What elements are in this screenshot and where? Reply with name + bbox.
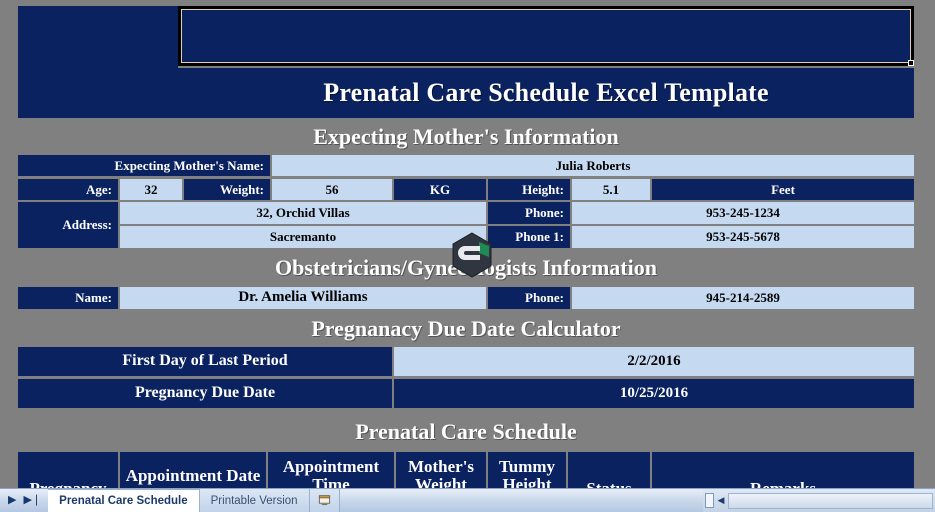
mother-phone1-value[interactable]: 953-245-5678 — [572, 226, 914, 248]
table-header-mothers-weight[interactable]: Mother's Weight — [396, 452, 486, 488]
table-header-remarks[interactable]: Remarks — [652, 452, 914, 488]
mother-phone-label[interactable]: Phone: — [488, 202, 570, 224]
mother-name-value[interactable]: Julia Roberts — [272, 155, 914, 176]
tab-split-handle[interactable] — [705, 493, 714, 508]
fill-handle[interactable] — [908, 60, 914, 66]
sheet-tab-bar[interactable]: ▶ ▶❘ Prenatal Care Schedule Printable Ve… — [0, 488, 935, 512]
ob-phone-value[interactable]: 945-214-2589 — [572, 287, 914, 309]
insert-worksheet-tab[interactable] — [309, 489, 340, 512]
mother-name-label[interactable]: Expecting Mother's Name: — [18, 155, 270, 176]
scroll-track[interactable] — [728, 492, 933, 509]
mother-height-value[interactable]: 5.1 — [572, 179, 650, 200]
active-cell-selection[interactable] — [178, 6, 914, 66]
mother-phone-value[interactable]: 953-245-1234 — [572, 202, 914, 224]
section-title-prenatal-schedule[interactable]: Prenatal Care Schedule — [18, 415, 914, 448]
sheet-tab-printable-version[interactable]: Printable Version — [199, 489, 310, 512]
sheet-tab-label: Printable Version — [210, 494, 298, 507]
mother-weight-label[interactable]: Weight: — [184, 179, 270, 200]
horizontal-scrollbar[interactable]: ◀ — [703, 489, 935, 512]
lmp-value[interactable]: 2/2/2016 — [394, 347, 914, 376]
table-header-status[interactable]: Status — [568, 452, 650, 488]
mother-age-label[interactable]: Age: — [18, 179, 118, 200]
mother-weight-unit[interactable]: KG — [394, 179, 486, 200]
insert-worksheet-icon — [318, 493, 331, 509]
mother-weight-value[interactable]: 56 — [272, 179, 392, 200]
table-header-tummy-height[interactable]: Tummy Height — [488, 452, 566, 488]
mother-address-line2[interactable]: Sacremanto — [120, 226, 486, 248]
mother-address-label[interactable]: Address: — [18, 202, 118, 248]
due-date-value[interactable]: 10/25/2016 — [394, 379, 914, 408]
spreadsheet-canvas[interactable]: Prenatal Care Schedule Excel Template Ex… — [0, 0, 935, 488]
table-header-pregnancy[interactable]: Pregnancy — [18, 452, 118, 488]
mother-address-line1[interactable]: 32, Orchid Villas — [120, 202, 486, 224]
last-sheet-icon[interactable]: ▶❘ — [23, 495, 41, 506]
ob-phone-label[interactable]: Phone: — [488, 287, 570, 309]
section-title-mother-info[interactable]: Expecting Mother's Information — [18, 122, 914, 151]
mother-height-unit[interactable]: Feet — [652, 179, 914, 200]
sheet-tabs[interactable]: Prenatal Care Schedule Printable Version — [48, 489, 340, 512]
sheet-tab-label: Prenatal Care Schedule — [59, 495, 188, 507]
sheet-tab-prenatal-care-schedule[interactable]: Prenatal Care Schedule — [48, 489, 200, 512]
logo-placeholder-cell[interactable] — [18, 6, 178, 118]
next-sheet-icon[interactable]: ▶ — [8, 495, 16, 506]
banner-title-cell[interactable]: Prenatal Care Schedule Excel Template — [178, 68, 914, 118]
lmp-label[interactable]: First Day of Last Period — [18, 347, 392, 376]
ob-name-value[interactable]: Dr. Amelia Williams — [120, 287, 486, 309]
section-title-due-date-calculator[interactable]: Pregnanacy Due Date Calculator — [18, 313, 914, 345]
due-date-label[interactable]: Pregnancy Due Date — [18, 379, 392, 408]
mother-height-label[interactable]: Height: — [488, 179, 570, 200]
table-header-appointment-date[interactable]: Appointment Date — [120, 452, 266, 488]
scroll-left-icon[interactable]: ◀ — [714, 493, 728, 509]
sheet-nav-buttons[interactable]: ▶ ▶❘ — [0, 489, 48, 512]
mother-phone1-label[interactable]: Phone 1: — [488, 226, 570, 248]
ob-name-label[interactable]: Name: — [18, 287, 118, 309]
tab-bar-spacer — [340, 489, 703, 512]
section-title-ob-info[interactable]: Obstetricians/Gynecologists Information — [18, 252, 914, 284]
table-header-appointment-time[interactable]: Appointment Time — [268, 452, 394, 488]
mother-age-value[interactable]: 32 — [120, 179, 182, 200]
